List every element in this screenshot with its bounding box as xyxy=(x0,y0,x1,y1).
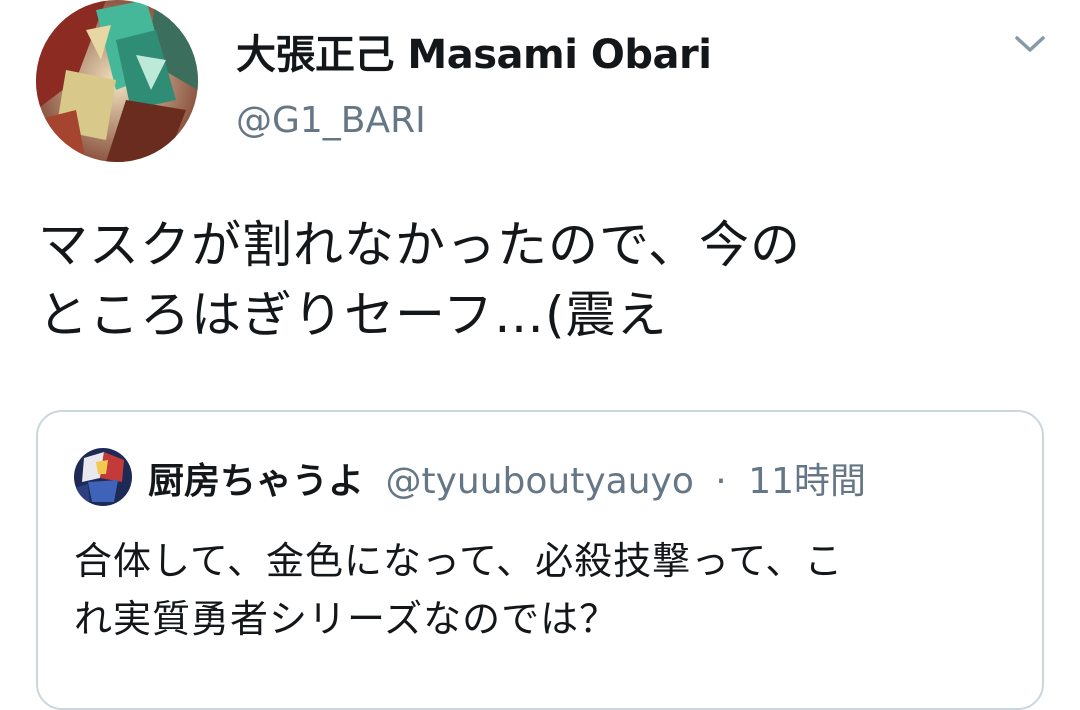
tweet-text-line: マスクが割れなかったので、今の xyxy=(38,216,801,274)
author-handle[interactable]: @G1_BARI xyxy=(236,100,426,141)
tweet-text: マスクが割れなかったので、今の ところはぎりセーフ…(震え xyxy=(38,210,1048,350)
author-display-name[interactable]: 大張正己 Masami Obari xyxy=(236,22,712,80)
quoted-tweet-text: 合体して、金色になって、必殺技撃って、こ れ実質勇者シリーズなのでは？ xyxy=(74,532,1014,648)
tweet-menu-button[interactable] xyxy=(1010,28,1050,60)
robot-avatar-icon xyxy=(36,0,198,162)
quoted-author-handle[interactable]: @tyuuboutyauyo xyxy=(385,461,693,502)
quoted-author-avatar[interactable] xyxy=(74,448,132,506)
separator-dot: · xyxy=(715,461,727,502)
quoted-tweet-header: 厨房ちゃうよ @tyuuboutyauyo · 11時間 xyxy=(148,452,866,504)
quoted-tweet-card[interactable]: 厨房ちゃうよ @tyuuboutyauyo · 11時間 合体して、金色になって… xyxy=(36,410,1044,710)
chevron-down-icon xyxy=(1015,36,1045,52)
quoted-tweet-text-line: 合体して、金色になって、必殺技撃って、こ xyxy=(74,539,844,583)
quoted-tweet-text-line: れ実質勇者シリーズなのでは？ xyxy=(74,597,619,641)
quoted-author-display-name[interactable]: 厨房ちゃうよ xyxy=(148,461,364,502)
tweet-text-line: ところはぎりセーフ…(震え xyxy=(38,286,668,344)
author-avatar[interactable] xyxy=(36,0,198,162)
quoted-tweet-time[interactable]: 11時間 xyxy=(748,461,866,502)
robot-avatar-icon xyxy=(74,448,132,506)
